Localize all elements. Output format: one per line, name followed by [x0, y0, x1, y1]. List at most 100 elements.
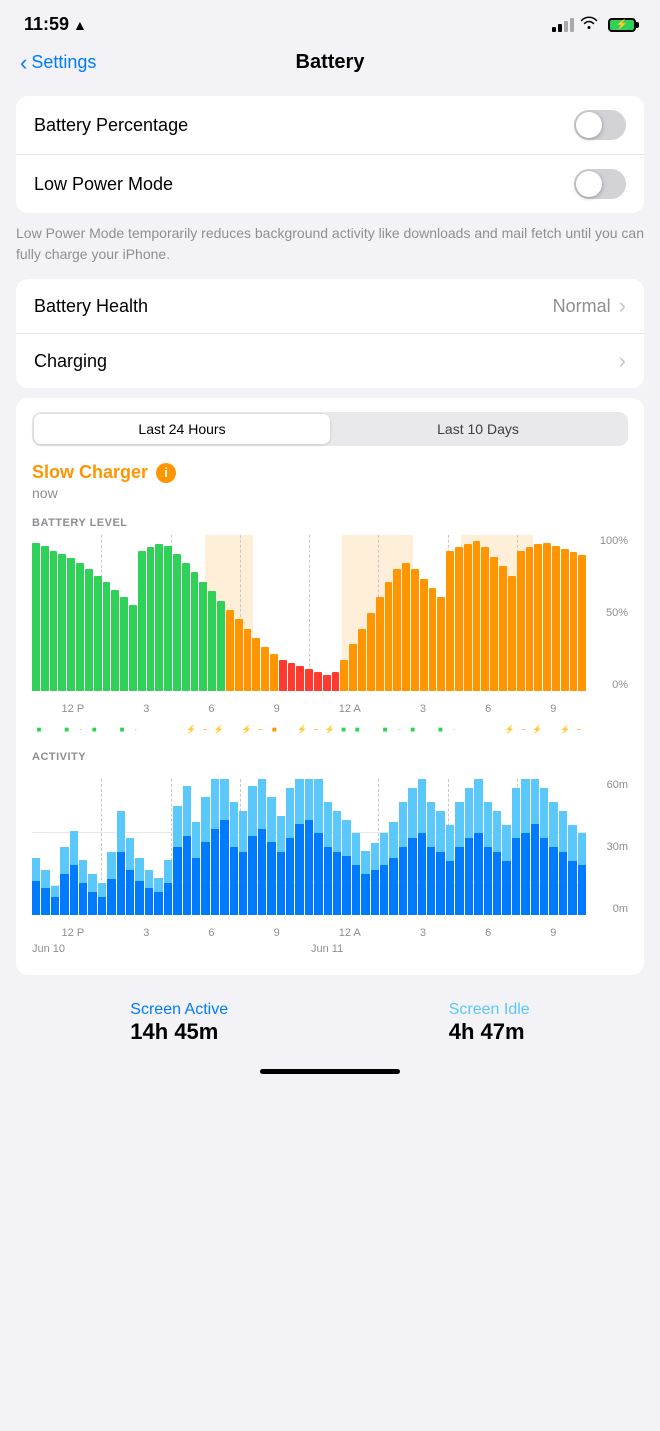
act-bar-bot-46 [465, 838, 473, 915]
back-button[interactable]: ‹ Settings [20, 50, 96, 76]
activity-bar-33 [342, 820, 350, 915]
charging-row[interactable]: Charging [16, 334, 644, 388]
battery-bar-5 [76, 563, 84, 691]
battery-bar-9 [111, 590, 119, 691]
activity-bar-50 [502, 825, 510, 915]
slow-charger-label: Slow Charger [32, 462, 148, 483]
back-chevron: ‹ [20, 50, 27, 76]
battery-bar-6 [85, 569, 93, 691]
low-power-description: Low Power Mode temporarily reduces backg… [16, 223, 644, 265]
act-bar-bot-47 [474, 833, 482, 915]
time-segmented-control[interactable]: Last 24 Hours Last 10 Days [32, 412, 628, 446]
act-bar-top-15 [173, 806, 181, 847]
act-bar-top-20 [220, 779, 228, 820]
activity-bar-7 [98, 883, 106, 915]
act-bar-top-4 [70, 831, 78, 865]
act-x-6a: 6 [208, 927, 214, 939]
x-label-9b: 9 [550, 703, 556, 715]
charge-icon-7: · [129, 725, 143, 734]
home-indicator[interactable] [260, 1069, 400, 1074]
charging-chevron [619, 348, 626, 374]
act-bar-top-34 [352, 833, 360, 865]
battery-bar-56 [526, 547, 534, 691]
charge-icon-19: ⚡ [295, 725, 309, 734]
charge-icon-39: − [572, 725, 586, 734]
act-bar-bot-39 [399, 847, 407, 915]
activity-bar-36 [371, 843, 379, 915]
slow-charger-row: Slow Charger i [32, 462, 628, 483]
screen-idle-section[interactable]: Screen Idle 4h 47m [449, 1001, 530, 1045]
activity-bar-34 [352, 833, 360, 915]
activity-bar-29 [305, 779, 313, 915]
status-bar: 11:59 ▲ ⚡ [0, 0, 660, 43]
charging-right [619, 348, 626, 374]
battery-bar-62 [578, 555, 586, 691]
act-bar-bot-14 [164, 883, 172, 915]
battery-percentage-toggle[interactable] [574, 110, 626, 140]
page-title: Battery [296, 51, 365, 74]
battery-bar-0 [32, 543, 40, 691]
act-bar-bot-17 [192, 858, 200, 915]
activity-bar-1 [41, 870, 49, 915]
act-x-9a: 9 [274, 927, 280, 939]
x-label-12a: 12 A [339, 703, 361, 715]
activity-bar-0 [32, 858, 40, 915]
battery-bar-59 [552, 546, 560, 691]
activity-bar-44 [446, 825, 454, 915]
battery-bar-54 [508, 576, 516, 691]
act-bar-bot-0 [32, 881, 40, 915]
activity-section-label: ACTIVITY [32, 751, 628, 763]
battery-bar-17 [182, 563, 190, 691]
activity-bar-20 [220, 779, 228, 915]
last-24-hours-tab[interactable]: Last 24 Hours [34, 414, 330, 444]
act-bar-bot-33 [342, 856, 350, 915]
screen-idle-label[interactable]: Screen Idle [449, 1001, 530, 1018]
activity-bar-9 [117, 811, 125, 915]
act-bar-bot-6 [88, 892, 96, 915]
battery-bar-31 [305, 669, 313, 691]
activity-bar-13 [154, 878, 162, 915]
act-bar-top-7 [98, 883, 106, 897]
act-x-9b: 9 [550, 927, 556, 939]
screen-active-section[interactable]: Screen Active 14h 45m [130, 1001, 228, 1045]
battery-bar-11 [129, 605, 137, 691]
activity-bar-28 [295, 779, 303, 915]
act-bar-top-47 [474, 779, 482, 833]
act-bar-bot-50 [502, 861, 510, 915]
date-label-2: Jun 11 [307, 943, 586, 955]
act-bar-bot-3 [60, 874, 68, 915]
screen-active-label[interactable]: Screen Active [130, 1001, 228, 1018]
activity-bar-26 [277, 816, 285, 915]
act-bar-bot-8 [107, 879, 115, 915]
activity-bar-21 [230, 802, 238, 915]
act-bar-bot-10 [126, 870, 134, 915]
battery-percentage-row[interactable]: Battery Percentage [16, 96, 644, 155]
act-bar-bot-26 [277, 852, 285, 915]
low-power-mode-label: Low Power Mode [34, 174, 173, 195]
charger-time-label: now [32, 485, 628, 501]
act-bar-top-48 [484, 802, 492, 847]
act-bar-top-8 [107, 852, 115, 879]
last-10-days-tab[interactable]: Last 10 Days [330, 414, 626, 444]
battery-bar-52 [490, 557, 498, 691]
settings-card-2: Battery Health Normal Charging [16, 279, 644, 388]
act-bar-bot-49 [493, 852, 501, 915]
activity-bar-10 [126, 838, 134, 915]
low-power-mode-row[interactable]: Low Power Mode [16, 155, 644, 213]
low-power-mode-toggle[interactable] [574, 169, 626, 199]
charging-bolt: ⚡ [616, 19, 628, 30]
act-bar-top-11 [135, 858, 143, 881]
charge-icon-27: ■ [406, 725, 420, 734]
battery-bar-57 [534, 544, 542, 691]
info-badge[interactable]: i [156, 463, 176, 483]
battery-health-row[interactable]: Battery Health Normal [16, 279, 644, 334]
act-bar-top-10 [126, 838, 134, 870]
battery-bar-18 [191, 572, 199, 691]
act-bar-top-35 [361, 851, 369, 874]
activity-bar-37 [380, 833, 388, 915]
wifi-icon [580, 15, 598, 34]
status-icons: ⚡ [552, 15, 636, 34]
charge-icon-29: ■ [433, 725, 447, 734]
act-bar-bot-58 [578, 865, 586, 915]
act-bar-top-32 [333, 811, 341, 852]
